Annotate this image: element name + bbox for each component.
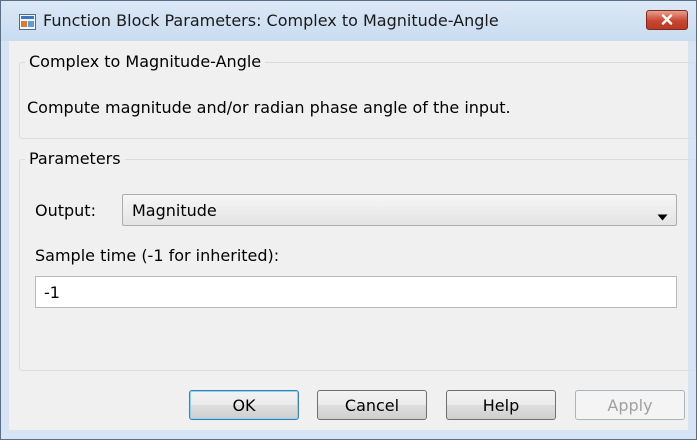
- output-label: Output:: [35, 201, 96, 220]
- dialog-body: Complex to Magnitude-Angle Compute magni…: [9, 41, 696, 430]
- close-button[interactable]: [646, 10, 688, 30]
- close-icon: [661, 11, 673, 29]
- output-select-value: Magnitude: [132, 201, 217, 220]
- output-select[interactable]: Magnitude: [122, 194, 677, 226]
- dialog-window: Function Block Parameters: Complex to Ma…: [0, 0, 697, 440]
- chevron-down-icon: [657, 207, 668, 221]
- parameters-legend: Parameters: [25, 149, 125, 168]
- block-description-legend: Complex to Magnitude-Angle: [25, 52, 266, 71]
- window-title: Function Block Parameters: Complex to Ma…: [43, 11, 499, 30]
- cancel-button[interactable]: Cancel: [317, 390, 427, 420]
- parameters-group: [19, 159, 696, 371]
- title-bar[interactable]: Function Block Parameters: Complex to Ma…: [1, 1, 696, 41]
- help-button[interactable]: Help: [446, 390, 556, 420]
- ok-button[interactable]: OK: [189, 390, 299, 420]
- sample-time-label: Sample time (-1 for inherited):: [35, 246, 280, 265]
- sample-time-input[interactable]: [35, 276, 677, 308]
- block-description-text: Compute magnitude and/or radian phase an…: [27, 98, 511, 117]
- apply-button[interactable]: Apply: [575, 390, 685, 420]
- simulink-app-icon: [19, 14, 36, 30]
